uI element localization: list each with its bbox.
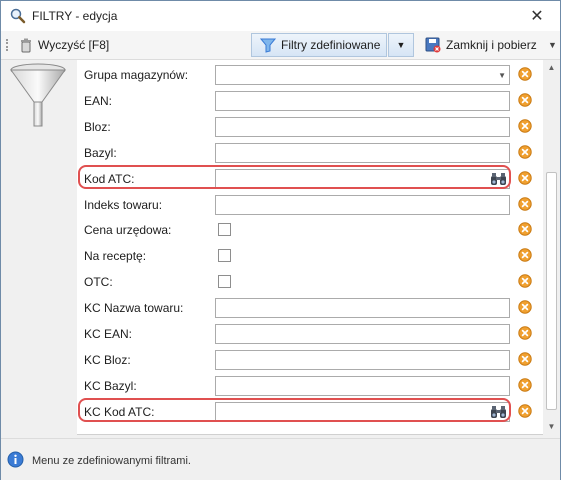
filter-label: Na receptę: — [84, 249, 147, 264]
filter-label: KC Bazyl: — [84, 378, 137, 393]
filter-combo[interactable]: ▼ — [215, 65, 510, 85]
clear-field-icon[interactable] — [518, 93, 532, 107]
save-close-icon — [425, 37, 441, 53]
clear-field-icon[interactable] — [518, 222, 532, 237]
filter-row: EAN: — [77, 88, 543, 114]
trash-icon — [21, 38, 31, 52]
filter-row: Indeks towaru: — [77, 192, 543, 218]
status-bar: Menu ze zdefiniowanymi filtrami. — [1, 438, 560, 480]
filter-row: KC Kod ATC: — [77, 397, 543, 425]
clear-field-icon[interactable] — [518, 274, 532, 288]
filter-search-input[interactable] — [215, 168, 510, 189]
clear-field-icon[interactable] — [518, 378, 532, 392]
filter-label: OTC: — [84, 275, 113, 290]
close-and-get-label: Zamknij i pobierz — [446, 38, 537, 52]
close-window-button[interactable]: ✕ — [514, 1, 560, 31]
scroll-down-button[interactable]: ▼ — [544, 419, 559, 434]
binoculars-icon[interactable] — [490, 172, 507, 186]
filter-label: Bazyl: — [84, 145, 117, 160]
clear-field-icon[interactable] — [518, 403, 532, 418]
toolbar-overflow-icon[interactable]: ▼ — [548, 40, 557, 50]
clear-field-icon[interactable] — [518, 170, 532, 185]
scroll-thumb[interactable] — [546, 172, 557, 410]
filter-label: Bloz: — [84, 119, 111, 134]
chevron-down-icon: ▼ — [396, 40, 406, 50]
clear-field-icon[interactable] — [518, 144, 532, 159]
defined-filters-button[interactable]: Filtry zdefiniowane — [251, 33, 387, 57]
filter-fields-panel: Grupa magazynów: ▼ EAN: Bloz: Bazyl: Kod ATC:… — [77, 60, 543, 435]
close-and-get-button[interactable]: Zamknij i pobierz — [425, 34, 537, 56]
filter-row: Grupa magazynów: ▼ — [77, 62, 543, 88]
filter-checkbox[interactable] — [218, 275, 231, 289]
filter-text-input[interactable] — [215, 349, 510, 370]
filter-text-input[interactable] — [215, 90, 510, 111]
funnel-icon — [10, 63, 66, 127]
magnifier-filter-icon — [10, 8, 26, 24]
filter-checkbox[interactable] — [218, 223, 231, 237]
chevron-down-icon[interactable]: ▼ — [498, 71, 506, 80]
filter-label: Grupa magazynów: — [84, 68, 189, 82]
defined-filters-label: Filtry zdefiniowane — [281, 38, 381, 52]
filter-text-input[interactable] — [215, 142, 510, 163]
toolbar-grip[interactable] — [6, 39, 10, 51]
filter-label: KC EAN: — [84, 327, 133, 341]
clear-field-icon[interactable] — [518, 300, 532, 314]
window-title: FILTRY - edycja — [32, 9, 118, 23]
toolbar: Wyczyść [F8] Filtry zdefiniowane ▼ Zamkn… — [1, 31, 560, 60]
filter-text-input[interactable] — [215, 375, 510, 396]
info-icon — [7, 451, 24, 468]
filter-label: Indeks towaru: — [84, 197, 163, 212]
filter-row: Bazyl: — [77, 140, 543, 166]
filter-row: KC Bazyl: — [77, 373, 543, 399]
defined-filters-dropdown-button[interactable]: ▼ — [388, 33, 414, 57]
filter-content: Grupa magazynów: ▼ EAN: Bloz: Bazyl: Kod ATC:… — [1, 60, 560, 438]
title-bar: FILTRY - edycja ✕ — [1, 1, 560, 31]
filter-search-input[interactable] — [215, 401, 510, 422]
binoculars-icon[interactable] — [490, 405, 507, 419]
clear-field-icon[interactable] — [518, 248, 532, 262]
filter-row: Cena urzędowa: — [77, 217, 543, 243]
filter-text-input[interactable] — [215, 194, 510, 215]
filter-row: KC EAN: — [77, 321, 543, 347]
scroll-up-button[interactable]: ▲ — [544, 60, 559, 75]
clear-field-icon[interactable] — [518, 196, 532, 211]
clear-field-icon[interactable] — [518, 119, 532, 133]
filter-icon — [260, 38, 276, 53]
status-text: Menu ze zdefiniowanymi filtrami. — [32, 455, 191, 467]
filter-label: EAN: — [84, 93, 113, 108]
clear-button[interactable]: Wyczyść [F8] — [19, 34, 109, 56]
filter-row: Bloz: — [77, 114, 543, 140]
filter-row: Na receptę: — [77, 243, 543, 269]
clear-button-label: Wyczyść [F8] — [38, 38, 110, 52]
filter-label: KC Bloz: — [84, 352, 131, 367]
filter-text-input[interactable] — [215, 116, 510, 137]
filter-row: Kod ATC: — [77, 164, 543, 192]
vertical-scrollbar[interactable]: ▲ ▼ — [544, 60, 559, 434]
filter-checkbox[interactable] — [218, 249, 231, 263]
clear-field-icon[interactable] — [518, 67, 532, 81]
filter-row: KC Nazwa towaru: — [77, 295, 543, 321]
filter-text-input[interactable] — [215, 298, 510, 319]
filter-text-input[interactable] — [215, 324, 510, 344]
filter-label: KC Nazwa towaru: — [84, 301, 184, 316]
filter-label: KC Kod ATC: — [84, 404, 155, 419]
filter-label: Cena urzędowa: — [84, 223, 172, 238]
clear-field-icon[interactable] — [518, 352, 532, 366]
filter-label: Kod ATC: — [84, 171, 135, 186]
filter-row: OTC: — [77, 269, 543, 295]
filter-edit-window: FILTRY - edycja ✕ Wyczyść [F8] Filtry zd… — [0, 0, 561, 480]
clear-field-icon[interactable] — [518, 326, 532, 340]
filter-row: KC Bloz: — [77, 347, 543, 373]
